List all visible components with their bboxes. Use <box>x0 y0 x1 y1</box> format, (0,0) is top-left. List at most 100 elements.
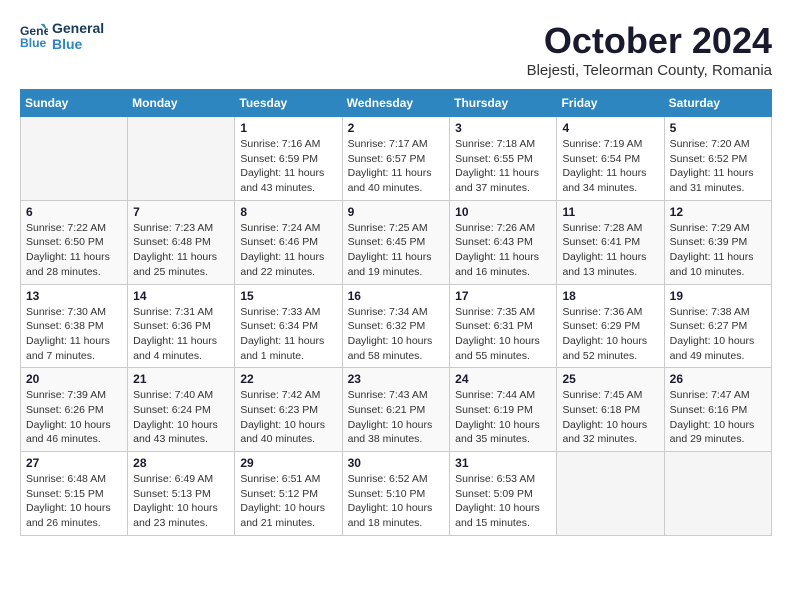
location-subtitle: Blejesti, Teleorman County, Romania <box>527 62 772 79</box>
day-number: 30 <box>348 456 445 470</box>
calendar-cell: 27 Sunrise: 6:48 AM Sunset: 5:15 PM Dayli… <box>21 452 128 536</box>
day-number: 5 <box>670 121 766 135</box>
day-info: Sunrise: 6:52 AM Sunset: 5:10 PM Dayligh… <box>348 472 445 531</box>
day-number: 18 <box>562 289 658 303</box>
calendar-cell: 6 Sunrise: 7:22 AM Sunset: 6:50 PM Daylig… <box>21 200 128 284</box>
day-info: Sunrise: 6:48 AM Sunset: 5:15 PM Dayligh… <box>26 472 122 531</box>
day-info: Sunrise: 7:20 AM Sunset: 6:52 PM Dayligh… <box>670 137 766 196</box>
day-number: 3 <box>455 121 551 135</box>
day-number: 20 <box>26 372 122 386</box>
day-number: 1 <box>240 121 336 135</box>
day-number: 22 <box>240 372 336 386</box>
col-header-friday: Friday <box>557 90 664 117</box>
day-info: Sunrise: 7:22 AM Sunset: 6:50 PM Dayligh… <box>26 221 122 280</box>
calendar-cell: 24 Sunrise: 7:44 AM Sunset: 6:19 PM Dayli… <box>450 368 557 452</box>
calendar-cell: 3 Sunrise: 7:18 AM Sunset: 6:55 PM Daylig… <box>450 117 557 201</box>
day-number: 6 <box>26 205 122 219</box>
header-row: SundayMondayTuesdayWednesdayThursdayFrid… <box>21 90 772 117</box>
day-number: 25 <box>562 372 658 386</box>
title-block: October 2024 Blejesti, Teleorman County,… <box>527 20 772 79</box>
calendar-cell: 15 Sunrise: 7:33 AM Sunset: 6:34 PM Dayli… <box>235 284 342 368</box>
col-header-saturday: Saturday <box>664 90 771 117</box>
day-info: Sunrise: 7:30 AM Sunset: 6:38 PM Dayligh… <box>26 305 122 364</box>
calendar-cell: 13 Sunrise: 7:30 AM Sunset: 6:38 PM Dayli… <box>21 284 128 368</box>
month-title: October 2024 <box>527 20 772 62</box>
day-info: Sunrise: 6:51 AM Sunset: 5:12 PM Dayligh… <box>240 472 336 531</box>
day-number: 4 <box>562 121 658 135</box>
calendar-cell: 25 Sunrise: 7:45 AM Sunset: 6:18 PM Dayli… <box>557 368 664 452</box>
day-number: 10 <box>455 205 551 219</box>
week-row-5: 27 Sunrise: 6:48 AM Sunset: 5:15 PM Dayli… <box>21 452 772 536</box>
day-info: Sunrise: 7:24 AM Sunset: 6:46 PM Dayligh… <box>240 221 336 280</box>
day-number: 7 <box>133 205 229 219</box>
day-info: Sunrise: 7:29 AM Sunset: 6:39 PM Dayligh… <box>670 221 766 280</box>
day-info: Sunrise: 7:43 AM Sunset: 6:21 PM Dayligh… <box>348 388 445 447</box>
col-header-wednesday: Wednesday <box>342 90 450 117</box>
day-number: 27 <box>26 456 122 470</box>
day-number: 2 <box>348 121 445 135</box>
day-number: 12 <box>670 205 766 219</box>
day-info: Sunrise: 7:16 AM Sunset: 6:59 PM Dayligh… <box>240 137 336 196</box>
day-number: 17 <box>455 289 551 303</box>
calendar-cell: 16 Sunrise: 7:34 AM Sunset: 6:32 PM Dayli… <box>342 284 450 368</box>
day-info: Sunrise: 7:18 AM Sunset: 6:55 PM Dayligh… <box>455 137 551 196</box>
logo-line2: Blue <box>52 36 104 52</box>
day-number: 8 <box>240 205 336 219</box>
calendar-cell: 7 Sunrise: 7:23 AM Sunset: 6:48 PM Daylig… <box>128 200 235 284</box>
col-header-monday: Monday <box>128 90 235 117</box>
day-number: 19 <box>670 289 766 303</box>
logo-icon: General Blue <box>20 22 48 50</box>
calendar-cell: 23Sunrise: 7:43 AM Sunset: 6:21 PM Dayli… <box>342 368 450 452</box>
day-info: Sunrise: 6:53 AM Sunset: 5:09 PM Dayligh… <box>455 472 551 531</box>
day-number: 21 <box>133 372 229 386</box>
day-number: 16 <box>348 289 445 303</box>
day-info: Sunrise: 7:34 AM Sunset: 6:32 PM Dayligh… <box>348 305 445 364</box>
col-header-thursday: Thursday <box>450 90 557 117</box>
day-info: Sunrise: 7:36 AM Sunset: 6:29 PM Dayligh… <box>562 305 658 364</box>
day-info: Sunrise: 7:45 AM Sunset: 6:18 PM Dayligh… <box>562 388 658 447</box>
calendar-cell: 5 Sunrise: 7:20 AM Sunset: 6:52 PM Daylig… <box>664 117 771 201</box>
day-info: Sunrise: 7:42 AM Sunset: 6:23 PM Dayligh… <box>240 388 336 447</box>
col-header-tuesday: Tuesday <box>235 90 342 117</box>
calendar-cell: 28 Sunrise: 6:49 AM Sunset: 5:13 PM Dayli… <box>128 452 235 536</box>
day-number: 11 <box>562 205 658 219</box>
day-info: Sunrise: 7:25 AM Sunset: 6:45 PM Dayligh… <box>348 221 445 280</box>
calendar-cell: 11 Sunrise: 7:28 AM Sunset: 6:41 PM Dayli… <box>557 200 664 284</box>
logo-line1: General <box>52 20 104 36</box>
calendar-cell: 12 Sunrise: 7:29 AM Sunset: 6:39 PM Dayli… <box>664 200 771 284</box>
calendar-cell: 29Sunrise: 6:51 AM Sunset: 5:12 PM Dayli… <box>235 452 342 536</box>
calendar-cell: 18 Sunrise: 7:36 AM Sunset: 6:29 PM Dayli… <box>557 284 664 368</box>
day-info: Sunrise: 7:39 AM Sunset: 6:26 PM Dayligh… <box>26 388 122 447</box>
day-info: Sunrise: 6:49 AM Sunset: 5:13 PM Dayligh… <box>133 472 229 531</box>
week-row-2: 6 Sunrise: 7:22 AM Sunset: 6:50 PM Daylig… <box>21 200 772 284</box>
day-number: 15 <box>240 289 336 303</box>
calendar-cell <box>128 117 235 201</box>
calendar-cell: 31 Sunrise: 6:53 AM Sunset: 5:09 PM Dayli… <box>450 452 557 536</box>
week-row-1: 1 Sunrise: 7:16 AM Sunset: 6:59 PM Daylig… <box>21 117 772 201</box>
day-info: Sunrise: 7:17 AM Sunset: 6:57 PM Dayligh… <box>348 137 445 196</box>
day-info: Sunrise: 7:31 AM Sunset: 6:36 PM Dayligh… <box>133 305 229 364</box>
col-header-sunday: Sunday <box>21 90 128 117</box>
day-number: 31 <box>455 456 551 470</box>
day-info: Sunrise: 7:35 AM Sunset: 6:31 PM Dayligh… <box>455 305 551 364</box>
day-info: Sunrise: 7:28 AM Sunset: 6:41 PM Dayligh… <box>562 221 658 280</box>
calendar-cell <box>21 117 128 201</box>
calendar-cell <box>664 452 771 536</box>
day-number: 26 <box>670 372 766 386</box>
svg-text:Blue: Blue <box>20 36 47 50</box>
logo: General Blue General Blue <box>20 20 104 52</box>
day-info: Sunrise: 7:26 AM Sunset: 6:43 PM Dayligh… <box>455 221 551 280</box>
calendar-cell: 10 Sunrise: 7:26 AM Sunset: 6:43 PM Dayli… <box>450 200 557 284</box>
calendar-cell <box>557 452 664 536</box>
day-number: 24 <box>455 372 551 386</box>
day-number: 13 <box>26 289 122 303</box>
day-info: Sunrise: 7:33 AM Sunset: 6:34 PM Dayligh… <box>240 305 336 364</box>
calendar-table: SundayMondayTuesdayWednesdayThursdayFrid… <box>20 89 772 536</box>
week-row-3: 13 Sunrise: 7:30 AM Sunset: 6:38 PM Dayli… <box>21 284 772 368</box>
day-info: Sunrise: 7:23 AM Sunset: 6:48 PM Dayligh… <box>133 221 229 280</box>
day-info: Sunrise: 7:38 AM Sunset: 6:27 PM Dayligh… <box>670 305 766 364</box>
day-info: Sunrise: 7:44 AM Sunset: 6:19 PM Dayligh… <box>455 388 551 447</box>
day-number: 14 <box>133 289 229 303</box>
day-number: 28 <box>133 456 229 470</box>
day-info: Sunrise: 7:40 AM Sunset: 6:24 PM Dayligh… <box>133 388 229 447</box>
